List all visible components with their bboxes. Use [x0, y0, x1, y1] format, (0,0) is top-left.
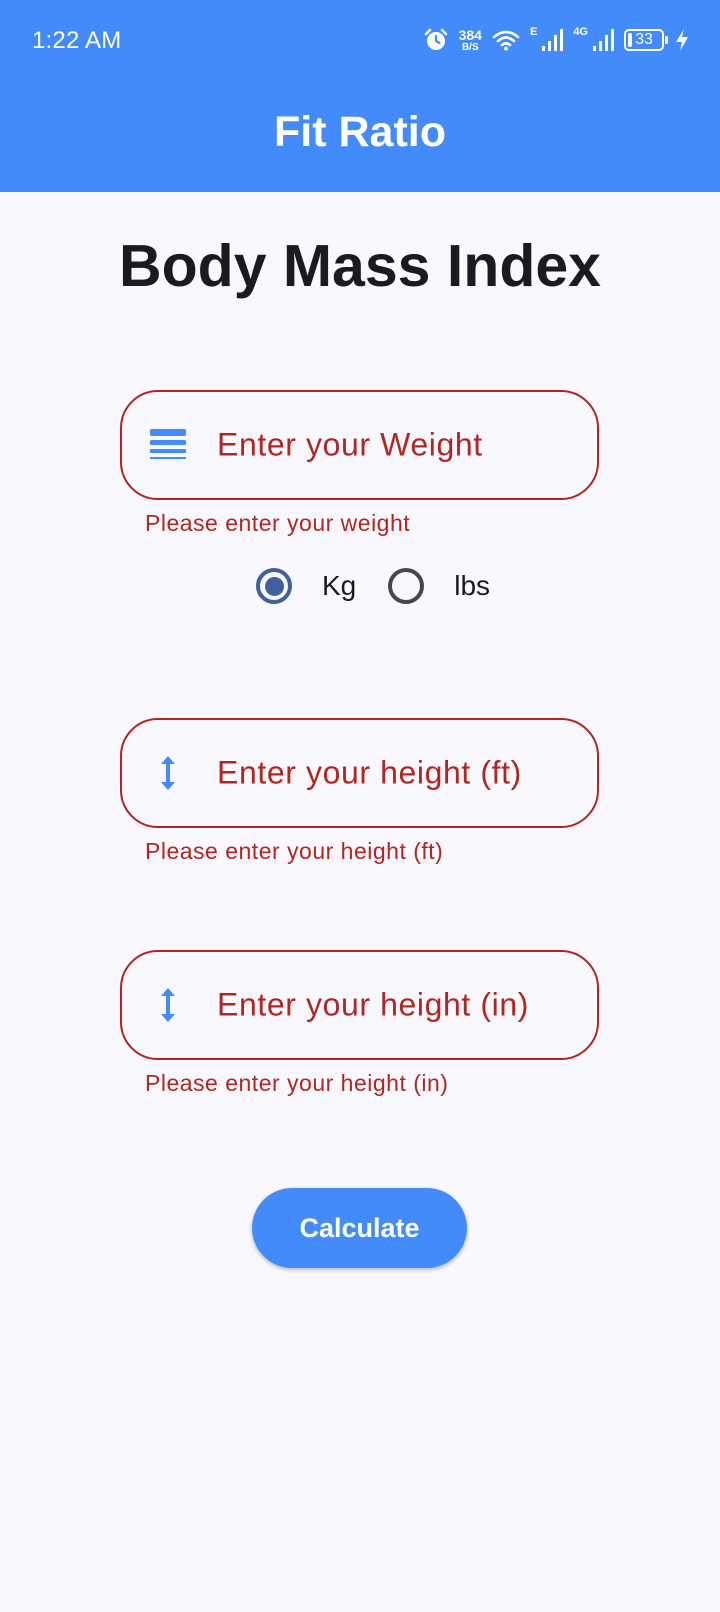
weight-field[interactable]: [120, 390, 599, 500]
weight-input[interactable]: [217, 426, 577, 464]
height-ft-field[interactable]: [120, 718, 599, 828]
signal-icon: [592, 28, 614, 52]
net-speed: 384 B/S: [459, 28, 482, 53]
app-title: Fit Ratio: [274, 108, 446, 156]
height-ft-input[interactable]: [217, 754, 577, 792]
page-title: Body Mass Index: [119, 233, 601, 299]
vertical-arrow-icon: [148, 985, 188, 1025]
radio-option-kg[interactable]: Kg: [256, 568, 356, 604]
radio-kg-label: Kg: [322, 570, 357, 601]
signal-icon: [541, 28, 564, 52]
radio-kg[interactable]: [256, 568, 292, 604]
weight-lines-icon: [148, 425, 188, 465]
radio-option-lbs[interactable]: lbs: [388, 568, 490, 604]
height-in-field[interactable]: [120, 950, 599, 1060]
calculate-button[interactable]: Calculate: [252, 1188, 467, 1268]
status-icons: 384 B/S E 4G 33: [423, 20, 690, 60]
radio-lbs[interactable]: [388, 568, 425, 604]
height-ft-error: Please enter your height (ft): [145, 838, 444, 864]
net-speed-value: 384: [458, 26, 482, 43]
battery-icon: 33: [624, 29, 668, 51]
alarm-icon: [423, 27, 449, 53]
network-type-e: E: [529, 26, 538, 38]
radio-lbs-label: lbs: [454, 570, 491, 601]
battery-level-text: 33: [635, 31, 653, 48]
unit-radio-group: Kg lbs: [256, 568, 490, 604]
weight-error: Please enter your weight: [145, 510, 411, 536]
charging-icon: [674, 28, 690, 52]
status-time: 1:22 AM: [32, 27, 122, 54]
net-speed-unit: B/S: [461, 41, 479, 53]
height-in-input[interactable]: [217, 986, 577, 1024]
wifi-icon: [492, 29, 520, 51]
vertical-arrow-icon: [148, 753, 188, 793]
height-in-error: Please enter your height (in): [145, 1070, 449, 1096]
app-bar: 1:22 AM 384 B/S E 4G 33 Fit Ratio: [0, 0, 720, 192]
network-type-4g: 4G: [573, 26, 588, 38]
